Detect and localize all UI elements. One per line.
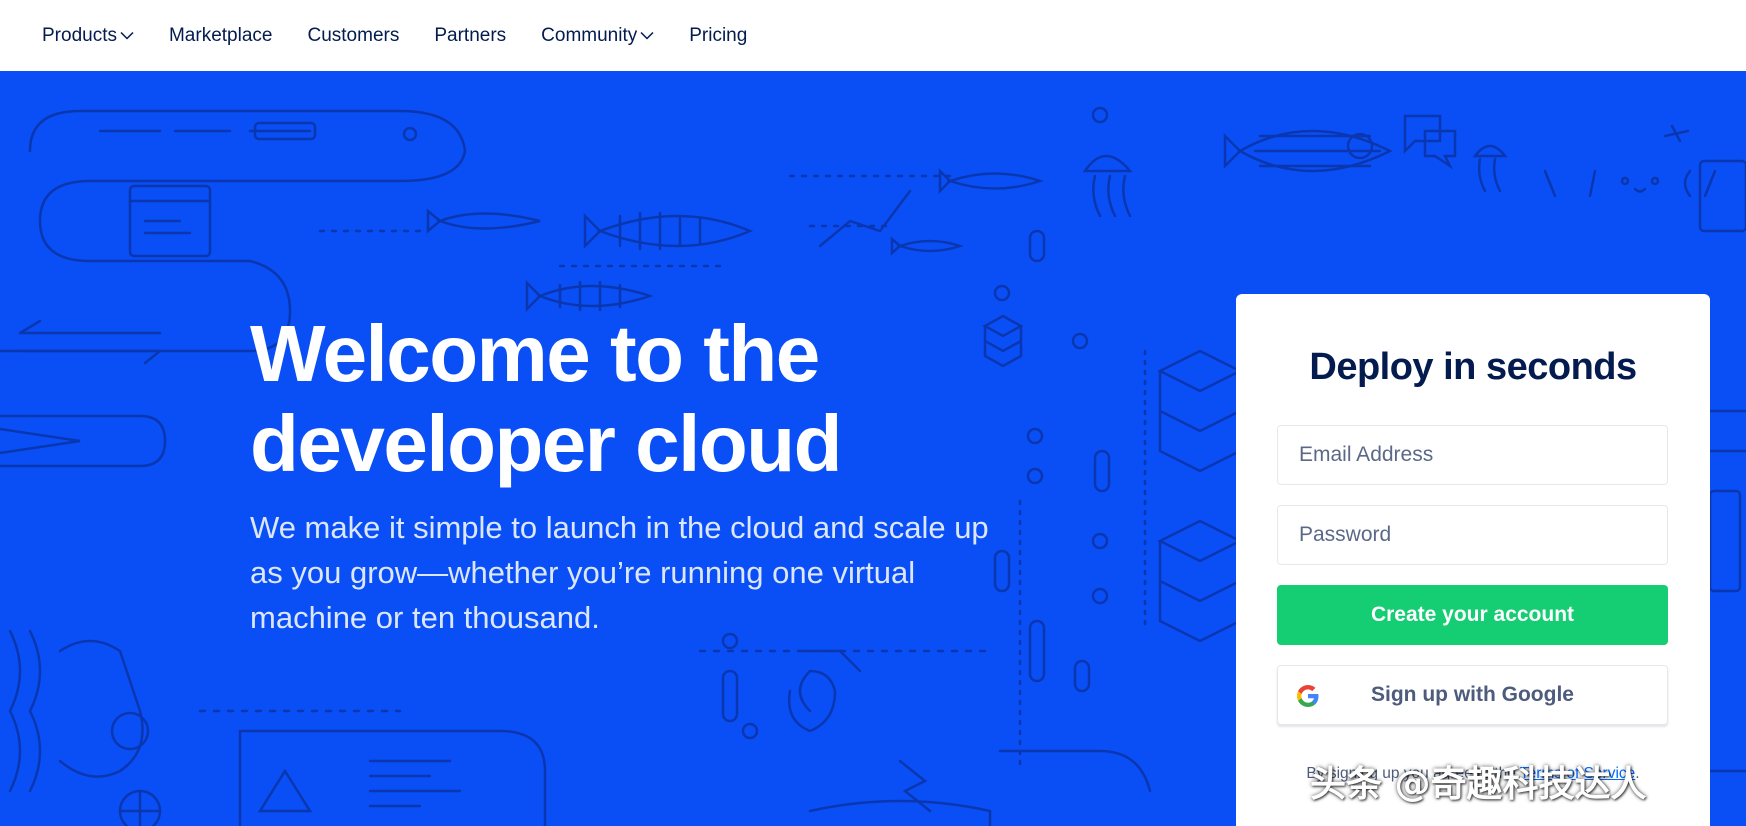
google-signup-label: Sign up with Google	[1371, 683, 1574, 706]
hero-section: Welcome to the developer cloud We make i…	[0, 71, 1746, 826]
nav-products-label: Products	[42, 24, 117, 46]
nav-customers-label: Customers	[307, 24, 400, 46]
nav-partners[interactable]: Partners	[434, 25, 506, 47]
email-field[interactable]	[1277, 425, 1668, 485]
chevron-down-icon	[640, 31, 654, 40]
nav-community[interactable]: Community	[541, 25, 654, 47]
nav-marketplace[interactable]: Marketplace	[169, 25, 273, 47]
hero-title-line2: developer cloud	[250, 399, 842, 488]
password-field[interactable]	[1277, 505, 1668, 565]
nav-community-label: Community	[541, 24, 638, 46]
hero-subtitle: We make it simple to launch in the cloud…	[250, 510, 989, 635]
signup-card: Deploy in seconds Create your account Si…	[1236, 294, 1710, 826]
hero-title-line1: Welcome to the	[250, 309, 820, 398]
watermark: 头条 @奇趣科技达人	[1310, 764, 1647, 805]
signup-title: Deploy in seconds	[1309, 346, 1637, 388]
nav-pricing-label: Pricing	[689, 24, 748, 46]
google-g-icon	[1297, 685, 1319, 707]
google-signup-button[interactable]: Sign up with Google	[1277, 665, 1668, 725]
create-account-button[interactable]: Create your account	[1277, 585, 1668, 645]
hero-title: Welcome to the developer cloud	[250, 309, 950, 489]
nav-customers[interactable]: Customers	[307, 25, 399, 47]
nav-products[interactable]: Products	[42, 25, 134, 47]
top-nav: Products Marketplace Customers Partners …	[0, 0, 1746, 71]
nav-marketplace-label: Marketplace	[168, 24, 273, 46]
chevron-down-icon	[120, 31, 134, 40]
nav-partners-label: Partners	[434, 24, 507, 46]
nav-pricing[interactable]: Pricing	[689, 25, 747, 47]
